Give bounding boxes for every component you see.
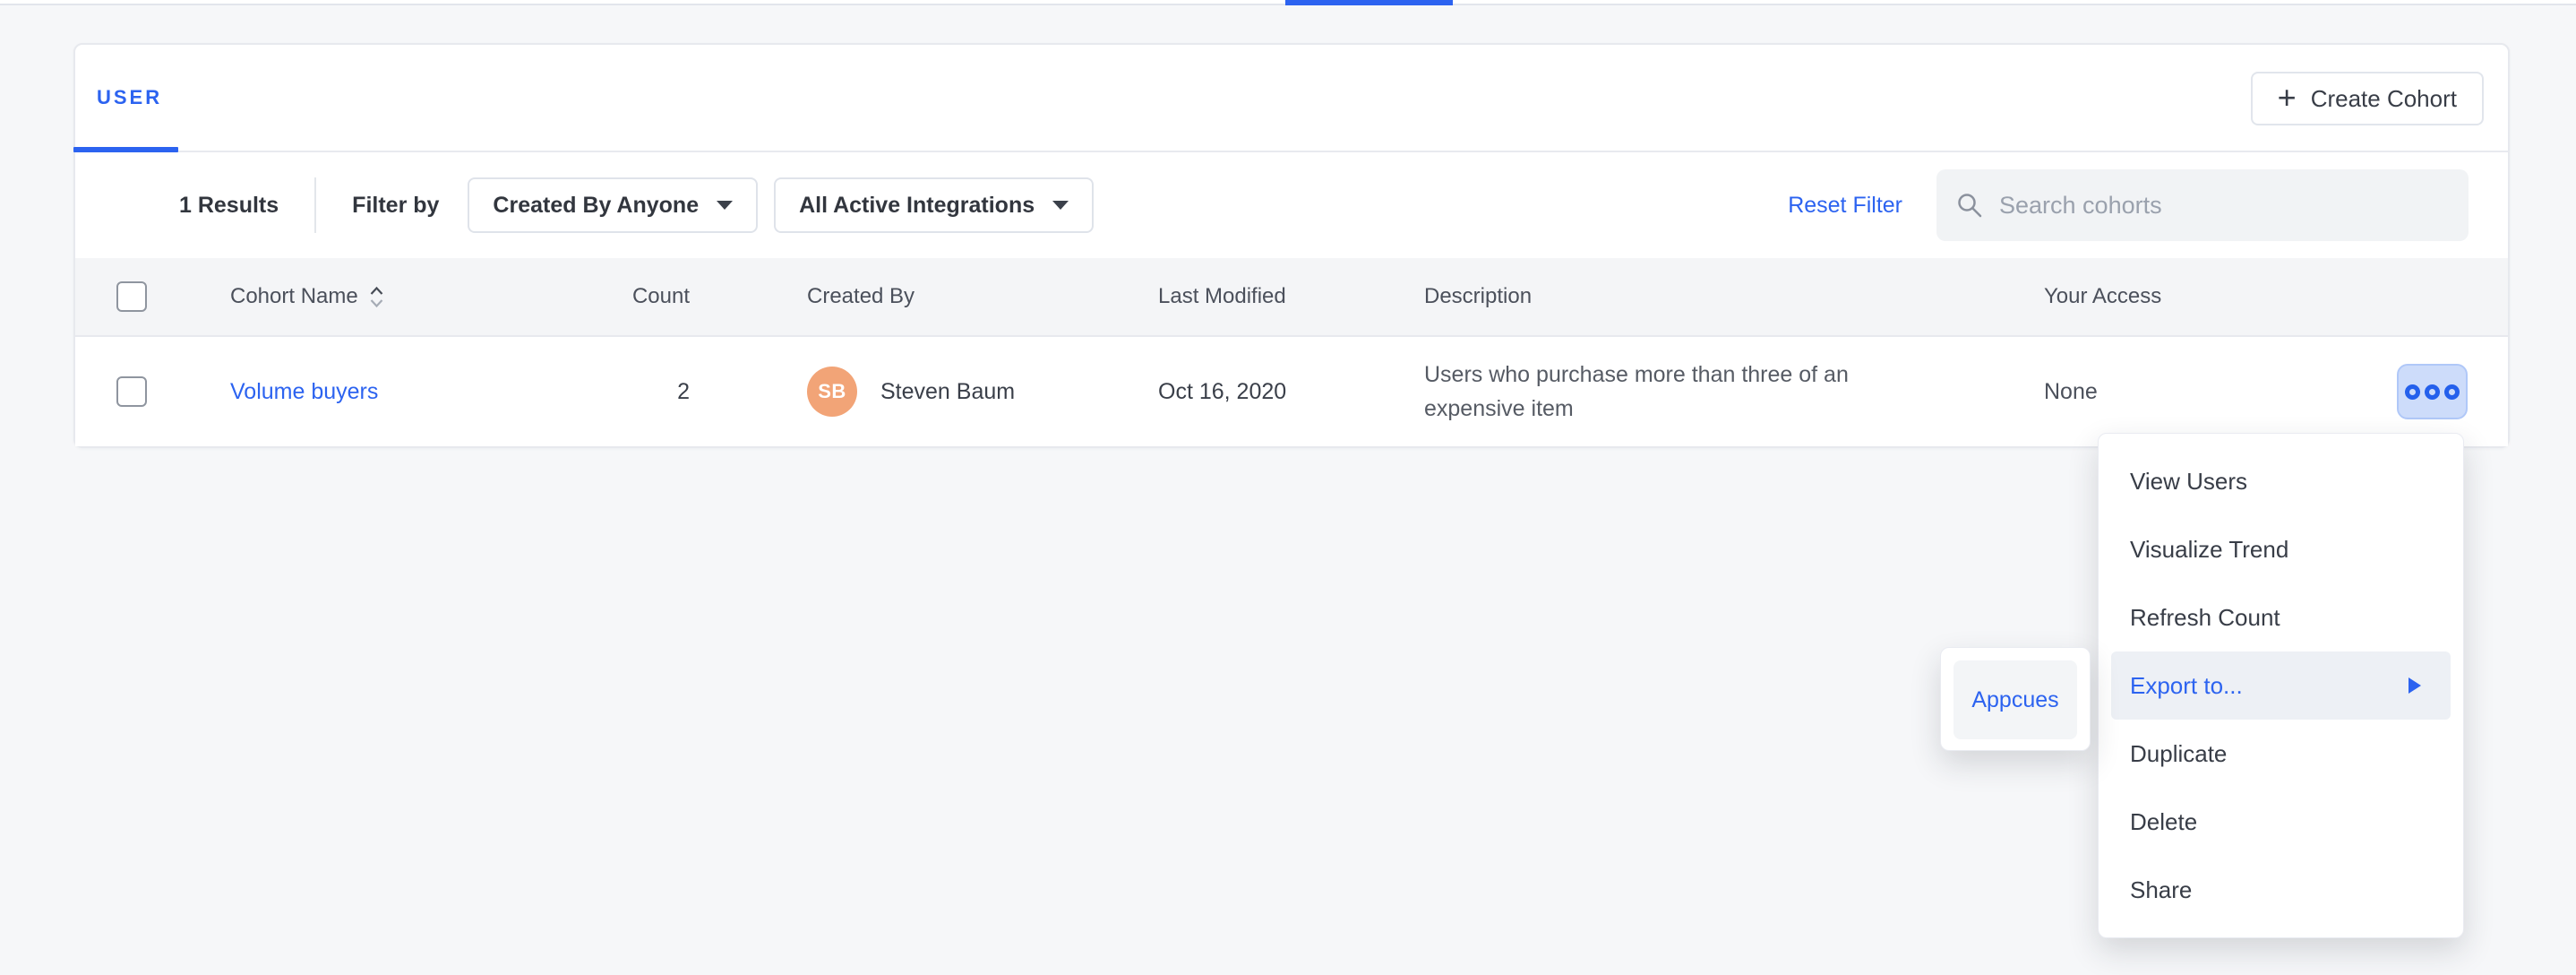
- menu-item-duplicate[interactable]: Duplicate: [2111, 720, 2451, 788]
- more-dot-icon: [2425, 384, 2440, 400]
- column-header-description[interactable]: Description: [1424, 284, 2044, 309]
- row-actions-menu: View Users Visualize Trend Refresh Count…: [2098, 433, 2464, 938]
- filter-bar: 1 Results Filter by Created By Anyone Al…: [75, 152, 2508, 258]
- menu-item-refresh-count[interactable]: Refresh Count: [2111, 583, 2451, 651]
- tab-active-underline: [73, 147, 178, 152]
- results-count: 1 Results: [179, 193, 279, 219]
- column-header-your-access[interactable]: Your Access: [2044, 284, 2397, 309]
- export-submenu: Appcues: [1940, 647, 2091, 751]
- submenu-arrow-icon: [2409, 677, 2421, 694]
- create-cohort-label: Create Cohort: [2311, 85, 2457, 113]
- create-cohort-button[interactable]: + Create Cohort: [2251, 72, 2484, 125]
- search-input[interactable]: [1999, 192, 2449, 220]
- tab-bar: USER + Create Cohort: [75, 45, 2508, 152]
- filter-by-label: Filter by: [352, 193, 439, 219]
- top-nav-strip: [0, 0, 2576, 5]
- more-dot-icon: [2405, 384, 2420, 400]
- search-box[interactable]: [1936, 169, 2469, 241]
- menu-item-delete[interactable]: Delete: [2111, 788, 2451, 856]
- created-by-dropdown-value: Created By Anyone: [493, 193, 699, 219]
- tab-user-label: USER: [97, 86, 162, 109]
- tab-user[interactable]: USER: [75, 45, 184, 151]
- chevron-down-icon: [1052, 201, 1069, 210]
- integrations-dropdown[interactable]: All Active Integrations: [774, 177, 1094, 233]
- avatar: SB: [807, 367, 857, 417]
- menu-item-export-to-label: Export to...: [2130, 672, 2243, 700]
- menu-item-export-to[interactable]: Export to...: [2111, 651, 2451, 720]
- created-by-name: Steven Baum: [880, 379, 1015, 405]
- more-actions-button[interactable]: [2397, 364, 2468, 419]
- more-dot-icon: [2444, 384, 2460, 400]
- menu-item-share[interactable]: Share: [2111, 856, 2451, 924]
- table-header: Cohort Name Count Created By Last Modifi…: [75, 258, 2508, 337]
- menu-item-visualize-trend[interactable]: Visualize Trend: [2111, 515, 2451, 583]
- sort-icon: [369, 286, 384, 308]
- table-row: Volume buyers 2 SB Steven Baum Oct 16, 2…: [75, 337, 2508, 446]
- search-icon: [1956, 192, 1983, 219]
- last-modified-date: Oct 16, 2020: [1158, 379, 1424, 405]
- integrations-dropdown-value: All Active Integrations: [799, 193, 1035, 219]
- submenu-item-appcues[interactable]: Appcues: [1953, 660, 2077, 739]
- select-all-checkbox[interactable]: [116, 281, 147, 312]
- your-access-value: None: [2044, 379, 2397, 405]
- active-nav-tab-indicator[interactable]: [1285, 0, 1453, 5]
- menu-item-view-users[interactable]: View Users: [2111, 447, 2451, 515]
- column-header-created-by[interactable]: Created By: [807, 284, 1158, 309]
- cohort-name-link[interactable]: Volume buyers: [230, 379, 378, 405]
- chevron-down-icon: [717, 201, 733, 210]
- column-header-count[interactable]: Count: [577, 284, 690, 309]
- row-checkbox[interactable]: [116, 376, 147, 407]
- column-header-cohort-name[interactable]: Cohort Name: [230, 284, 577, 309]
- created-by-dropdown[interactable]: Created By Anyone: [468, 177, 758, 233]
- cohort-description: Users who purchase more than three of an…: [1424, 358, 1962, 426]
- column-header-last-modified[interactable]: Last Modified: [1158, 284, 1424, 309]
- filter-divider: [314, 177, 316, 233]
- plus-icon: +: [2278, 82, 2297, 114]
- reset-filter-link[interactable]: Reset Filter: [1788, 193, 1902, 219]
- cohort-count: 2: [577, 379, 690, 405]
- cohorts-card: USER + Create Cohort 1 Results Filter by…: [73, 43, 2510, 448]
